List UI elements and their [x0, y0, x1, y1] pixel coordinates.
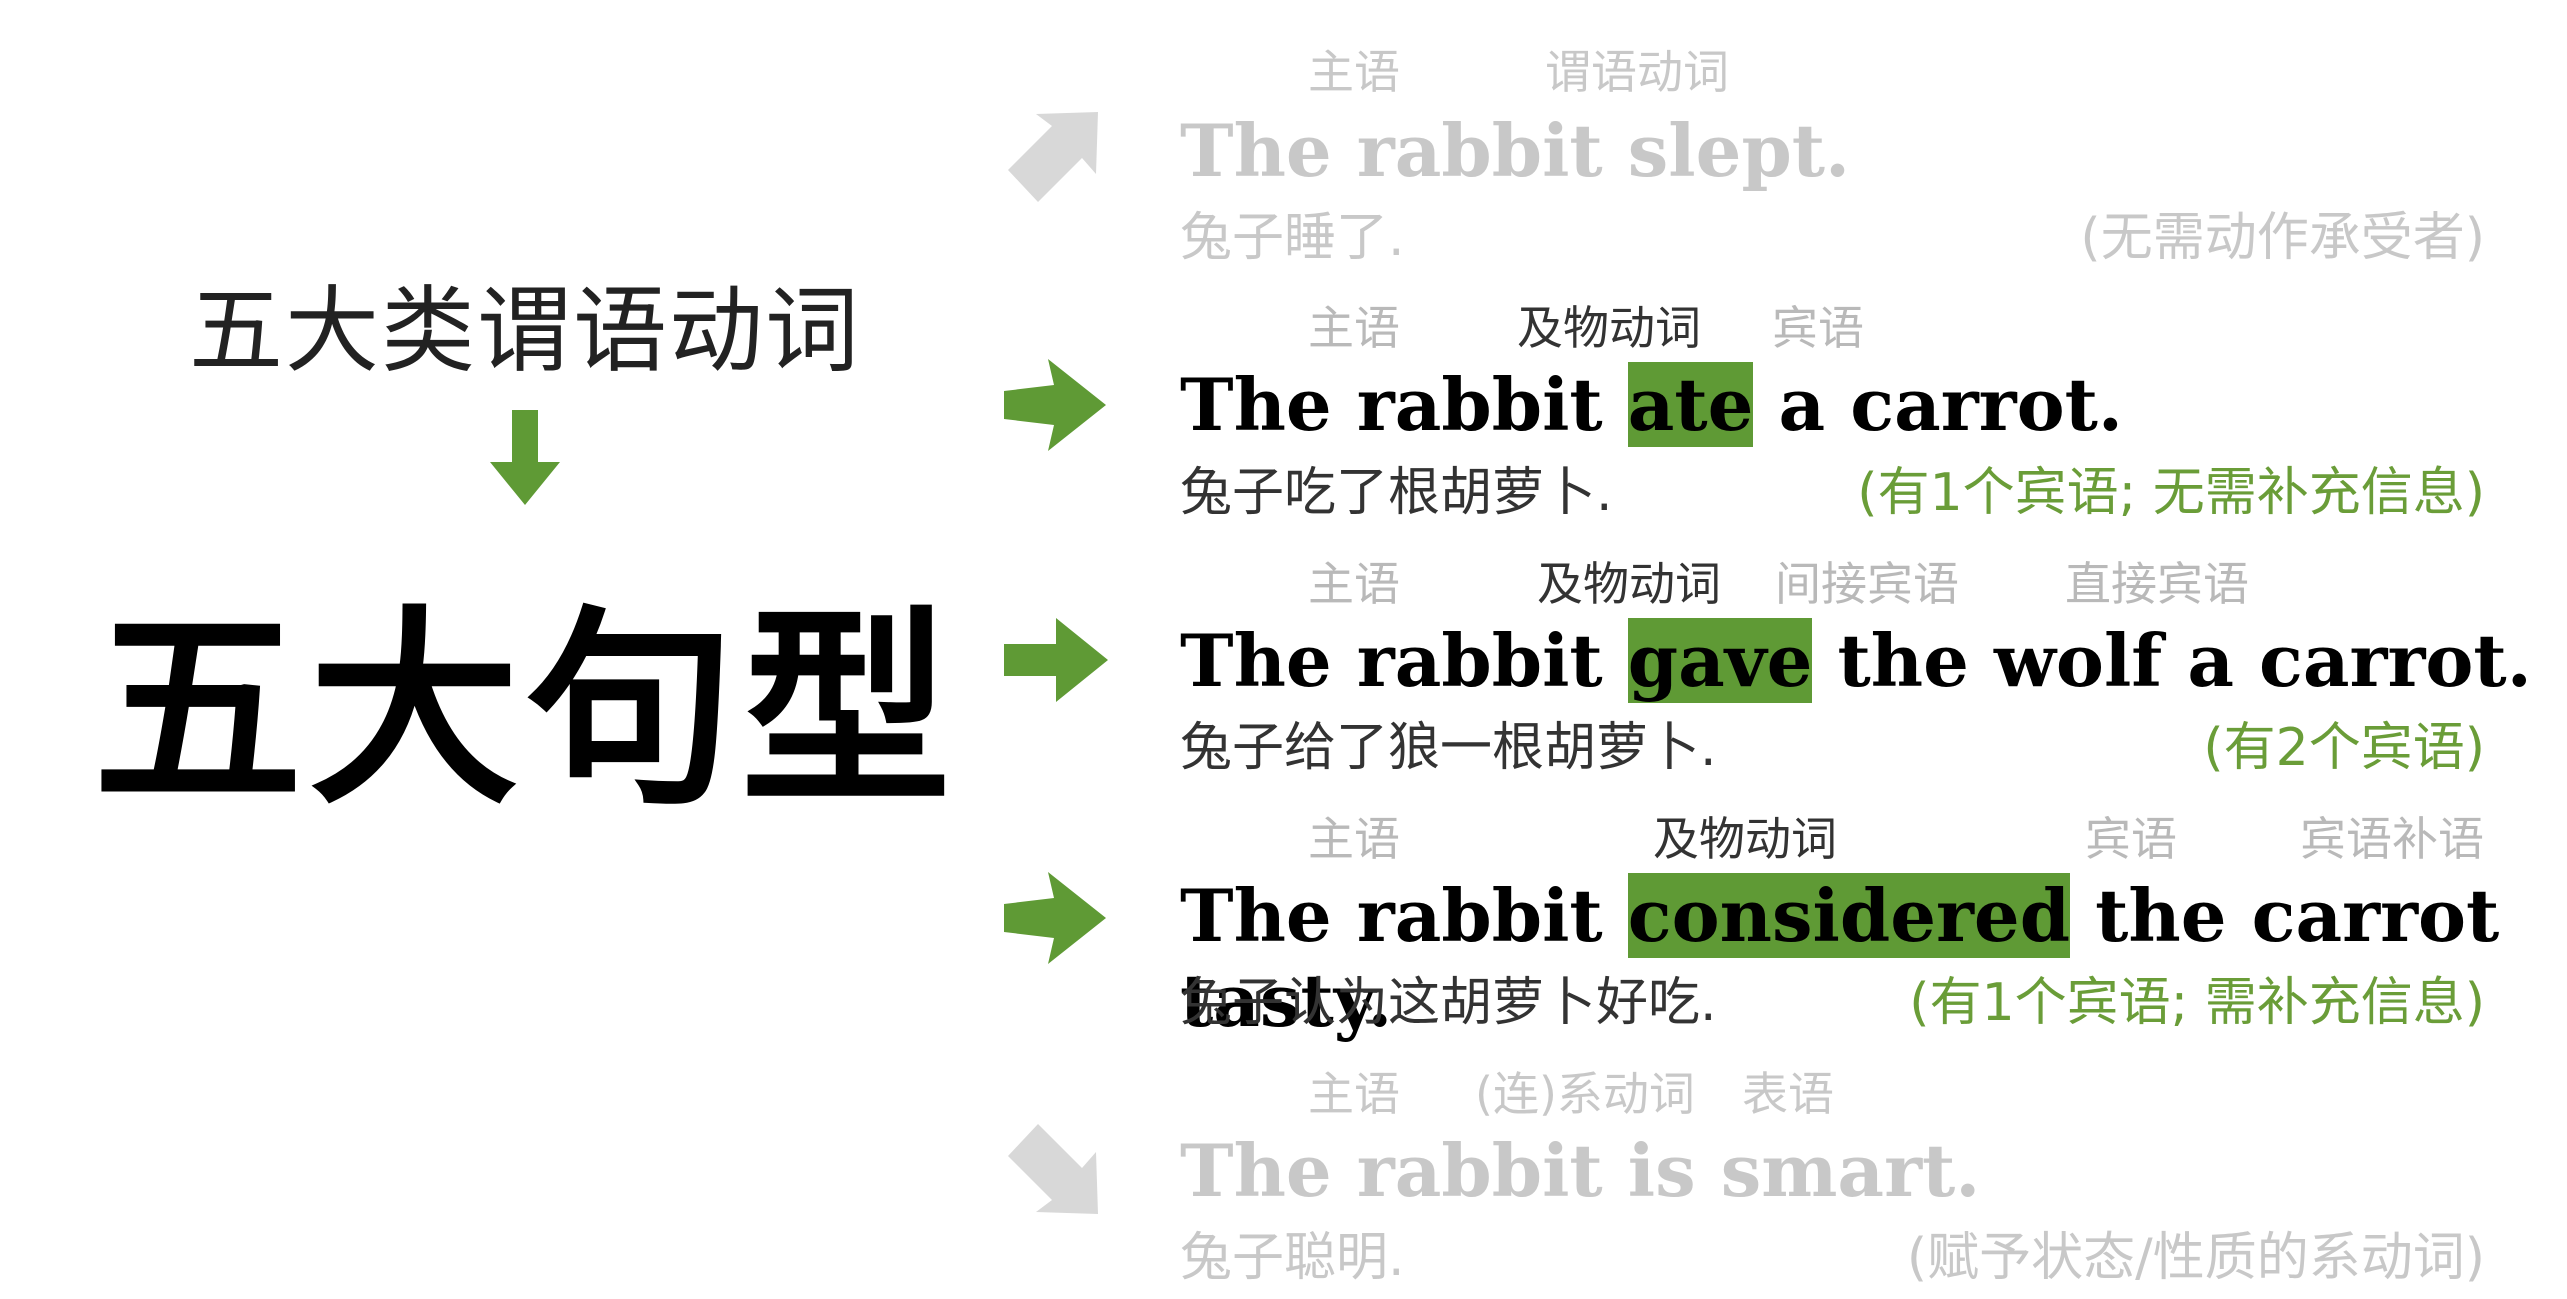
- label-direct-object: 直接宾语: [2065, 557, 2249, 611]
- label-object: 宾语: [1772, 301, 1864, 355]
- label-object: 宾语: [2085, 812, 2177, 866]
- arrow-right-icon: [1004, 872, 1106, 964]
- subtitle: 五大类谓语动词: [188, 277, 861, 386]
- arrow-down-right-icon: [1008, 1124, 1098, 1214]
- sentence-translation: 兔子吃了根胡萝卜.: [1180, 463, 1613, 523]
- label-predicative: 表语: [1742, 1067, 1834, 1121]
- label-indirect-object: 间接宾语: [1775, 557, 1959, 611]
- page-title: 五大句型: [92, 586, 957, 833]
- sentence-note: (有2个宾语): [2203, 718, 2485, 778]
- label-transitive-verb: 及物动词: [1537, 557, 1721, 611]
- label-subject: 主语: [1308, 1067, 1400, 1121]
- sentence-english: The rabbit slept.: [1180, 108, 1851, 193]
- arrow-right-icon: [1004, 359, 1106, 451]
- sentence-english: The rabbit ate a carrot.: [1180, 362, 2123, 447]
- arrow-up-right-icon: [1008, 112, 1098, 202]
- sentence-note: (无需动作承受者): [2080, 208, 2485, 268]
- sentence-translation: 兔子睡了.: [1180, 208, 1405, 268]
- sentence-note: (赋予状态/性质的系动词): [1906, 1228, 2485, 1288]
- sentence-translation: 兔子给了狼一根胡萝卜.: [1180, 718, 1717, 778]
- sentence-translation: 兔子认为这胡萝卜好吃.: [1180, 973, 1717, 1033]
- label-subject: 主语: [1308, 301, 1400, 355]
- label-subject: 主语: [1308, 812, 1400, 866]
- label-linking-verb: (连)系动词: [1475, 1067, 1695, 1121]
- label-transitive-verb: 及物动词: [1517, 301, 1701, 355]
- verb-highlight: gave: [1627, 618, 1813, 703]
- verb-highlight: ate: [1627, 362, 1754, 447]
- sentence-note: (有1个宾语; 需补充信息): [1909, 973, 2485, 1033]
- sentence-english: The rabbit is smart.: [1180, 1128, 1981, 1213]
- arrow-right-icon: [1004, 618, 1108, 702]
- verb-highlight: considered: [1627, 873, 2071, 958]
- arrow-down-icon: [490, 410, 560, 505]
- label-transitive-verb: 及物动词: [1653, 812, 1837, 866]
- label-subject: 主语: [1308, 45, 1400, 99]
- label-predicate: 谓语动词: [1545, 45, 1729, 99]
- label-object-complement: 宾语补语: [2300, 812, 2484, 866]
- sentence-translation: 兔子聪明.: [1180, 1228, 1405, 1288]
- sentence-english: The rabbit gave the wolf a carrot.: [1180, 618, 2532, 703]
- label-subject: 主语: [1308, 557, 1400, 611]
- sentence-note: (有1个宾语; 无需补充信息): [1857, 463, 2485, 523]
